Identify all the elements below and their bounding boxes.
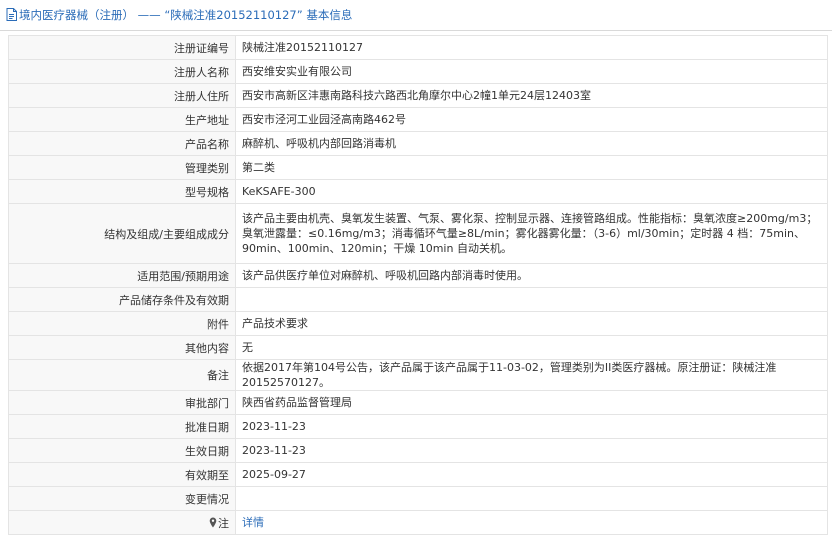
detail-row: 适用范围/预期用途 该产品供医疗单位对麻醉机、呼吸机回路内部消毒时使用。 — [8, 263, 828, 288]
breadcrumb-link[interactable]: 境内医疗器械（注册） — [19, 8, 134, 22]
field-label: 适用范围/预期用途 — [8, 263, 236, 288]
detail-row: 批准日期 2023-11-23 — [8, 414, 828, 439]
field-value: 西安维安实业有限公司 — [235, 59, 828, 84]
field-value: 西安市泾河工业园泾高南路462号 — [235, 107, 828, 132]
note-row: 注详情 — [8, 510, 828, 535]
section-title: 基本信息 — [306, 8, 353, 22]
field-value: 陕械注准20152110127 — [235, 35, 828, 60]
page-header: 境内医疗器械（注册） —— “陕械注准20152110127” 基本信息 — [0, 0, 832, 31]
note-value-cell: 详情 — [235, 510, 828, 535]
field-value: 2023-11-23 — [235, 438, 828, 463]
field-value: 陕西省药品监督管理局 — [235, 390, 828, 415]
field-value: 第二类 — [235, 155, 828, 180]
field-value — [235, 486, 828, 511]
field-value: 该产品主要由机壳、臭氧发生装置、气泵、雾化泵、控制显示器、连接管路组成。性能指标… — [235, 203, 828, 264]
field-value — [235, 287, 828, 312]
field-label: 型号规格 — [8, 179, 236, 204]
detail-row: 有效期至 2025-09-27 — [8, 462, 828, 487]
record-title: “陕械注准20152110127” — [164, 8, 303, 22]
field-label: 附件 — [8, 311, 236, 336]
field-value: 2023-11-23 — [235, 414, 828, 439]
field-label: 结构及组成/主要组成成分 — [8, 203, 236, 264]
detail-link[interactable]: 详情 — [242, 516, 264, 529]
breadcrumb-separator: —— — [137, 8, 161, 22]
field-value: 该产品供医疗单位对麻醉机、呼吸机回路内部消毒时使用。 — [235, 263, 828, 288]
field-label: 生产地址 — [8, 107, 236, 132]
field-label: 注册人名称 — [8, 59, 236, 84]
detail-row: 附件 产品技术要求 — [8, 311, 828, 336]
field-value: 无 — [235, 335, 828, 360]
detail-row: 生产地址 西安市泾河工业园泾高南路462号 — [8, 107, 828, 132]
detail-row: 生效日期 2023-11-23 — [8, 438, 828, 463]
detail-row: 其他内容无 — [8, 335, 828, 360]
detail-row: 备注 依据2017年第104号公告，该产品属于该产品属于11-03-02，管理类别… — [8, 359, 828, 391]
detail-row: 管理类别 第二类 — [8, 155, 828, 180]
field-label: 批准日期 — [8, 414, 236, 439]
detail-row: 审批部门 陕西省药品监督管理局 — [8, 390, 828, 415]
field-label: 产品名称 — [8, 131, 236, 156]
field-label: 管理类别 — [8, 155, 236, 180]
field-label: 有效期至 — [8, 462, 236, 487]
detail-row: 产品储存条件及有效期 — [8, 287, 828, 312]
field-value: 麻醉机、呼吸机内部回路消毒机 — [235, 131, 828, 156]
field-value: 依据2017年第104号公告，该产品属于该产品属于11-03-02，管理类别为I… — [235, 359, 828, 391]
field-label: 备注 — [8, 359, 236, 391]
detail-row: 结构及组成/主要组成成分 该产品主要由机壳、臭氧发生装置、气泵、雾化泵、控制显示器… — [8, 203, 828, 264]
field-label: 产品储存条件及有效期 — [8, 287, 236, 312]
detail-row: 注册证编号 陕械注准20152110127 — [8, 35, 828, 60]
detail-row: 注册人名称 西安维安实业有限公司 — [8, 59, 828, 84]
document-icon — [6, 8, 17, 21]
field-label: 审批部门 — [8, 390, 236, 415]
field-label: 变更情况 — [8, 486, 236, 511]
field-value: 西安市高新区沣惠南路科技六路西北角摩尔中心2幢1单元24层12403室 — [235, 83, 828, 108]
field-value: KeKSAFE-300 — [235, 179, 828, 204]
field-label: 注册人住所 — [8, 83, 236, 108]
map-pin-icon — [209, 517, 217, 527]
detail-row: 注册人住所 西安市高新区沣惠南路科技六路西北角摩尔中心2幢1单元24层12403室 — [8, 83, 828, 108]
field-label: 其他内容 — [8, 335, 236, 360]
field-value: 产品技术要求 — [235, 311, 828, 336]
note-label-cell: 注 — [8, 510, 236, 535]
detail-row: 型号规格 KeKSAFE-300 — [8, 179, 828, 204]
detail-table: 注册证编号 陕械注准20152110127 注册人名称 西安维安实业有限公司 注册人住所… — [8, 35, 828, 535]
detail-row: 产品名称 麻醉机、呼吸机内部回路消毒机 — [8, 131, 828, 156]
field-label: 生效日期 — [8, 438, 236, 463]
field-label: 注册证编号 — [8, 35, 236, 60]
field-value: 2025-09-27 — [235, 462, 828, 487]
detail-row: 变更情况 — [8, 486, 828, 511]
